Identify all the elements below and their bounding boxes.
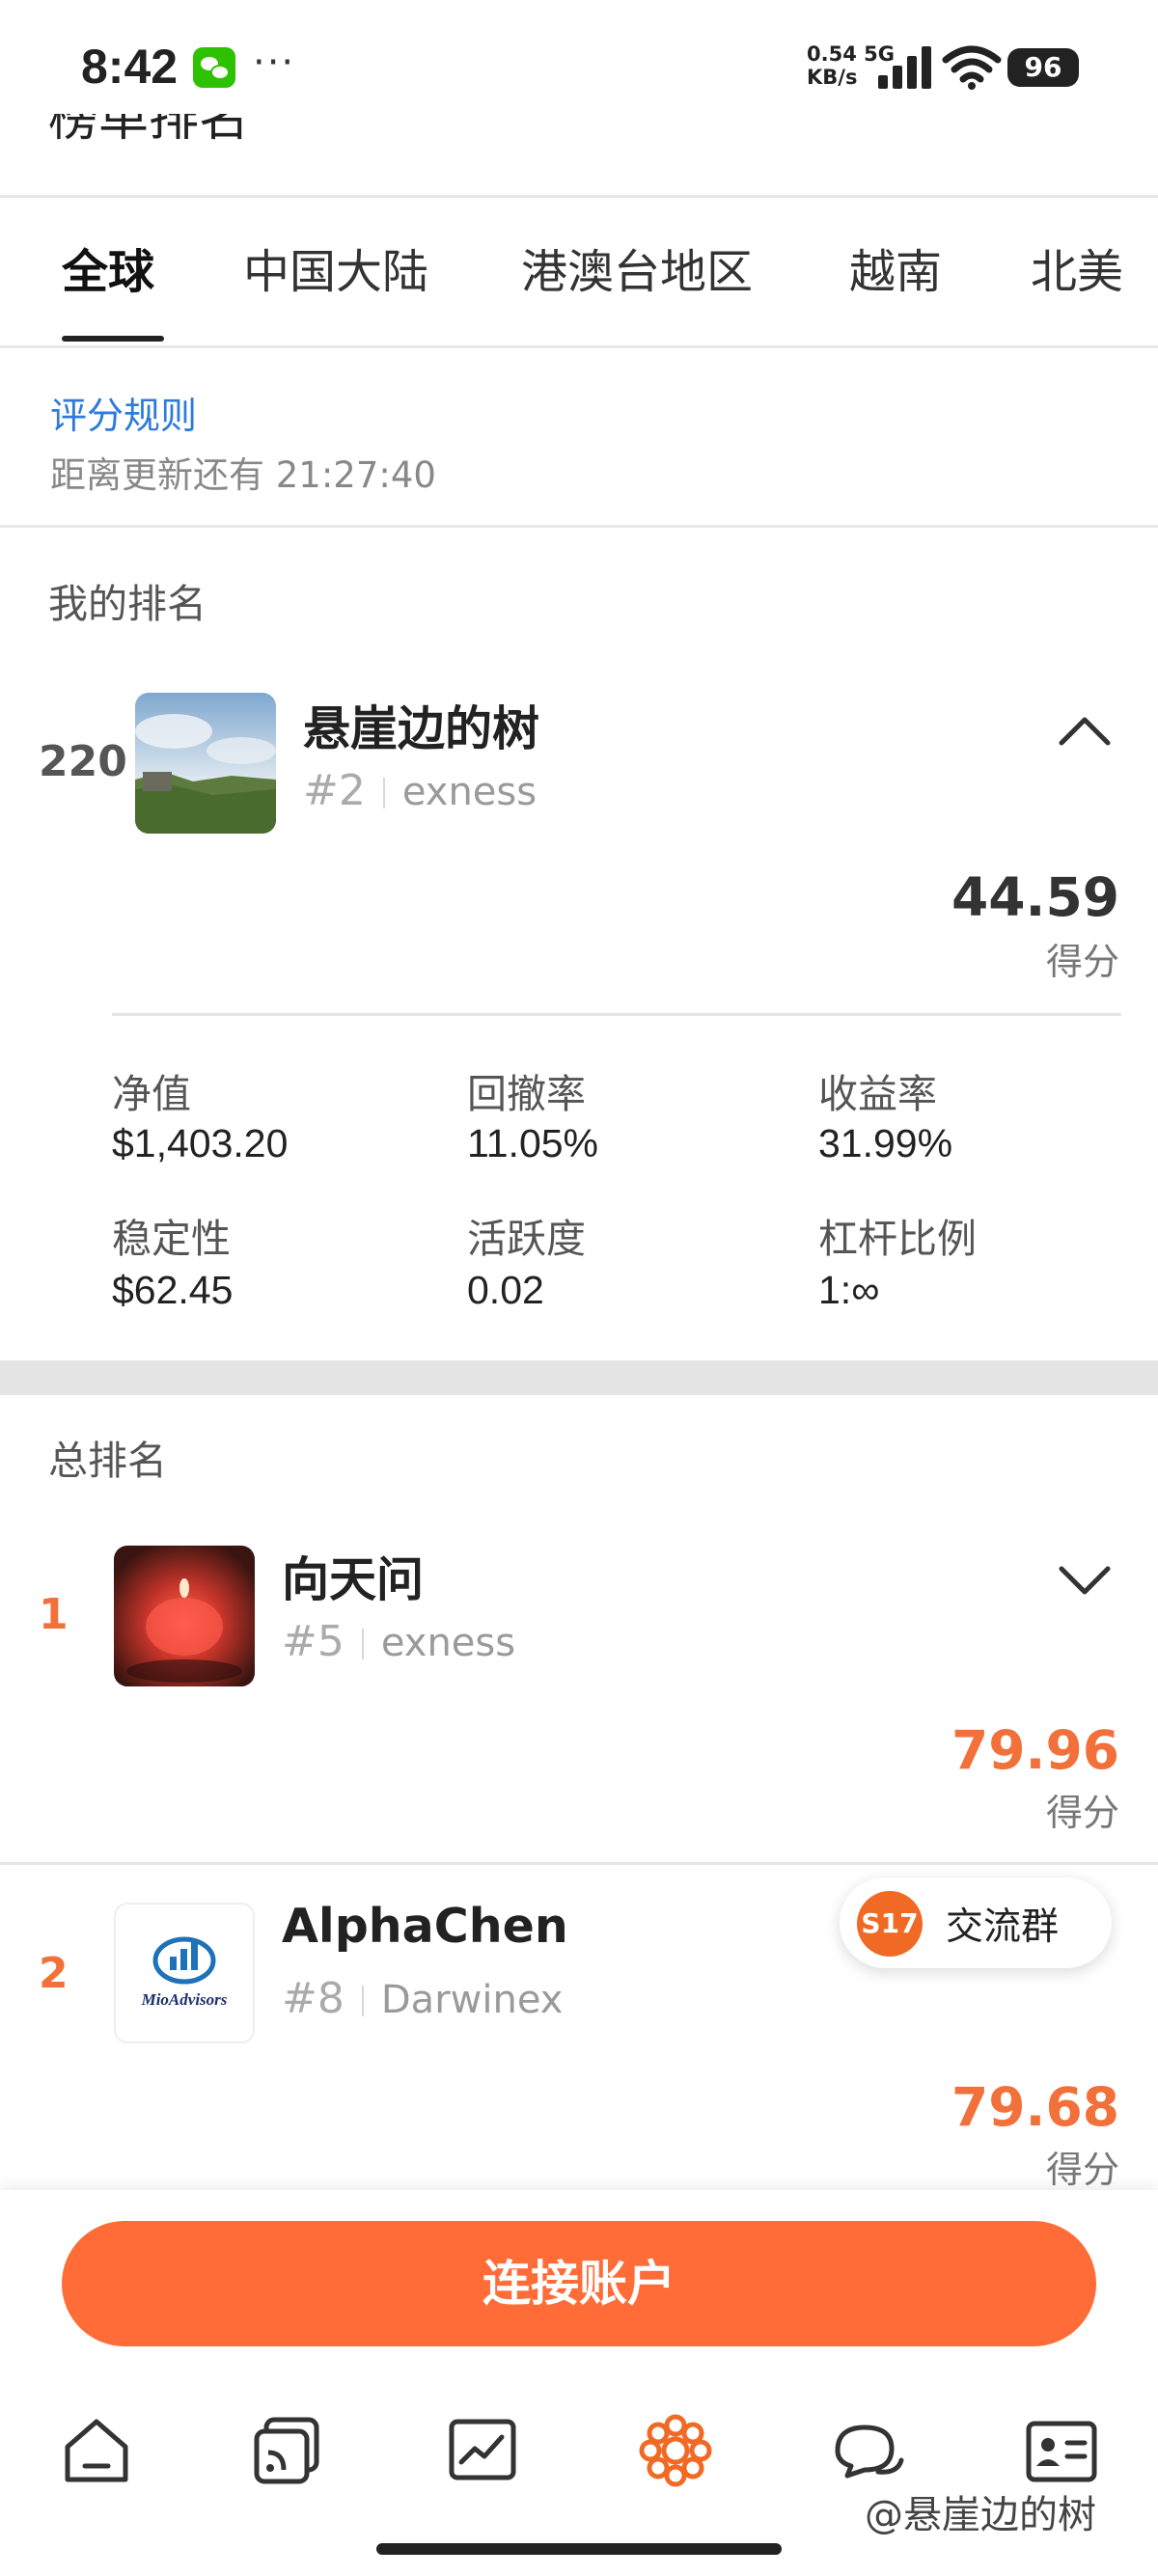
avatar-rank-2[interactable]: MioAdvisors — [114, 1903, 255, 2043]
stat-value-stability: $62.45 — [112, 1268, 234, 1312]
chat-icon[interactable] — [830, 2412, 907, 2489]
section-separator — [0, 1360, 1158, 1395]
score-label-rank-2: 得分 — [1045, 2149, 1119, 2191]
tab-mainland-china[interactable]: 中国大陆 — [243, 198, 428, 347]
tab-global[interactable]: 全球 — [62, 198, 154, 347]
tabs-divider — [0, 345, 1158, 348]
username-rank-2: AlphaChen — [282, 1899, 568, 1954]
hash-rank-1: #5 — [282, 1617, 345, 1666]
stat-value-drawdown: 11.05% — [467, 1121, 599, 1165]
my-hash-rank: #2 — [303, 766, 366, 815]
stat-label-drawdown: 回撤率 — [467, 1071, 586, 1117]
mioadvisors-logo-text: MioAdvisors — [141, 1990, 228, 2009]
chart-icon[interactable] — [444, 2412, 521, 2489]
ranking-icon[interactable] — [637, 2412, 714, 2489]
group-chat-chip[interactable]: S17 交流群 — [840, 1877, 1112, 1968]
scoring-rules-link[interactable]: 评分规则 — [50, 386, 197, 439]
hash-rank-2: #8 — [282, 1974, 345, 2023]
page-title: 榜单排名 — [48, 114, 270, 141]
avatar-rank-1[interactable] — [114, 1546, 255, 1686]
region-tabs: 全球 中国大陆 港澳台地区 越南 北美 — [0, 198, 1158, 347]
my-broker-info: #2 exness — [303, 766, 537, 815]
group-chat-label: 交流群 — [946, 1905, 1060, 1949]
score-rank-1: 79.96 — [951, 1719, 1119, 1781]
wifi-icon — [942, 45, 1002, 90]
active-tab-indicator — [62, 336, 164, 342]
battery-icon: 96 — [1007, 48, 1079, 87]
broker-info-rank-2: #8 Darwinex — [282, 1974, 563, 2023]
my-score-label: 得分 — [1045, 941, 1119, 983]
stat-value-return: 31.99% — [818, 1121, 953, 1165]
home-icon[interactable] — [58, 2412, 135, 2489]
broker-rank-2: Darwinex — [380, 1978, 564, 2022]
row-divider — [0, 1862, 1158, 1865]
stat-label-net-value: 净值 — [112, 1071, 191, 1117]
my-username: 悬崖边的树 — [303, 701, 540, 756]
status-time: 8:42 — [81, 40, 179, 94]
username-rank-1: 向天问 — [282, 1552, 425, 1607]
feed-icon[interactable] — [249, 2412, 326, 2489]
stat-label-stability: 稳定性 — [112, 1216, 231, 1262]
my-score: 44.59 — [951, 866, 1119, 928]
score-rank-2: 79.68 — [951, 2076, 1119, 2138]
watermark: @悬崖边的树 — [865, 2493, 1096, 2537]
chevron-up-icon[interactable] — [1056, 712, 1114, 751]
stat-label-activity: 活跃度 — [467, 1216, 586, 1262]
rank-number-2: 2 — [39, 1949, 69, 1998]
more-dots-icon: ··· — [253, 41, 296, 85]
my-ranking-heading: 我的排名 — [48, 581, 207, 627]
rank-number-1: 1 — [39, 1590, 69, 1639]
chevron-down-icon[interactable] — [1056, 1561, 1114, 1600]
profile-icon[interactable] — [1023, 2412, 1100, 2489]
tab-vietnam[interactable]: 越南 — [849, 198, 942, 347]
my-avatar[interactable] — [135, 693, 276, 834]
overall-ranking-heading: 总排名 — [48, 1438, 167, 1484]
net-speed-unit: KB/s — [807, 66, 858, 89]
stat-value-leverage: 1:∞ — [818, 1268, 880, 1312]
stats-divider — [112, 1013, 1121, 1016]
tab-north-america[interactable]: 北美 — [1031, 198, 1123, 347]
broker-rank-1: exness — [380, 1621, 516, 1665]
net-speed-value: 0.54 — [807, 42, 857, 66]
my-broker: exness — [401, 770, 538, 814]
update-countdown: 距离更新还有 21:27:40 — [50, 454, 436, 496]
stat-label-return: 收益率 — [818, 1071, 937, 1117]
stat-value-activity: 0.02 — [467, 1268, 544, 1312]
stat-value-net-value: $1,403.20 — [112, 1121, 289, 1165]
my-rank-number: 220 — [39, 737, 127, 786]
home-indicator[interactable] — [376, 2543, 782, 2555]
broker-info-rank-1: #5 exness — [282, 1617, 515, 1666]
score-label-rank-1: 得分 — [1045, 1792, 1119, 1834]
group-badge: S17 — [857, 1891, 923, 1957]
stat-label-leverage: 杠杆比例 — [818, 1216, 977, 1262]
connect-account-button[interactable]: 连接账户 — [62, 2221, 1096, 2346]
wechat-icon — [193, 47, 235, 88]
signal-icon — [878, 44, 934, 89]
rules-divider — [0, 525, 1158, 528]
tab-hk-macau-taiwan[interactable]: 港澳台地区 — [521, 198, 753, 347]
